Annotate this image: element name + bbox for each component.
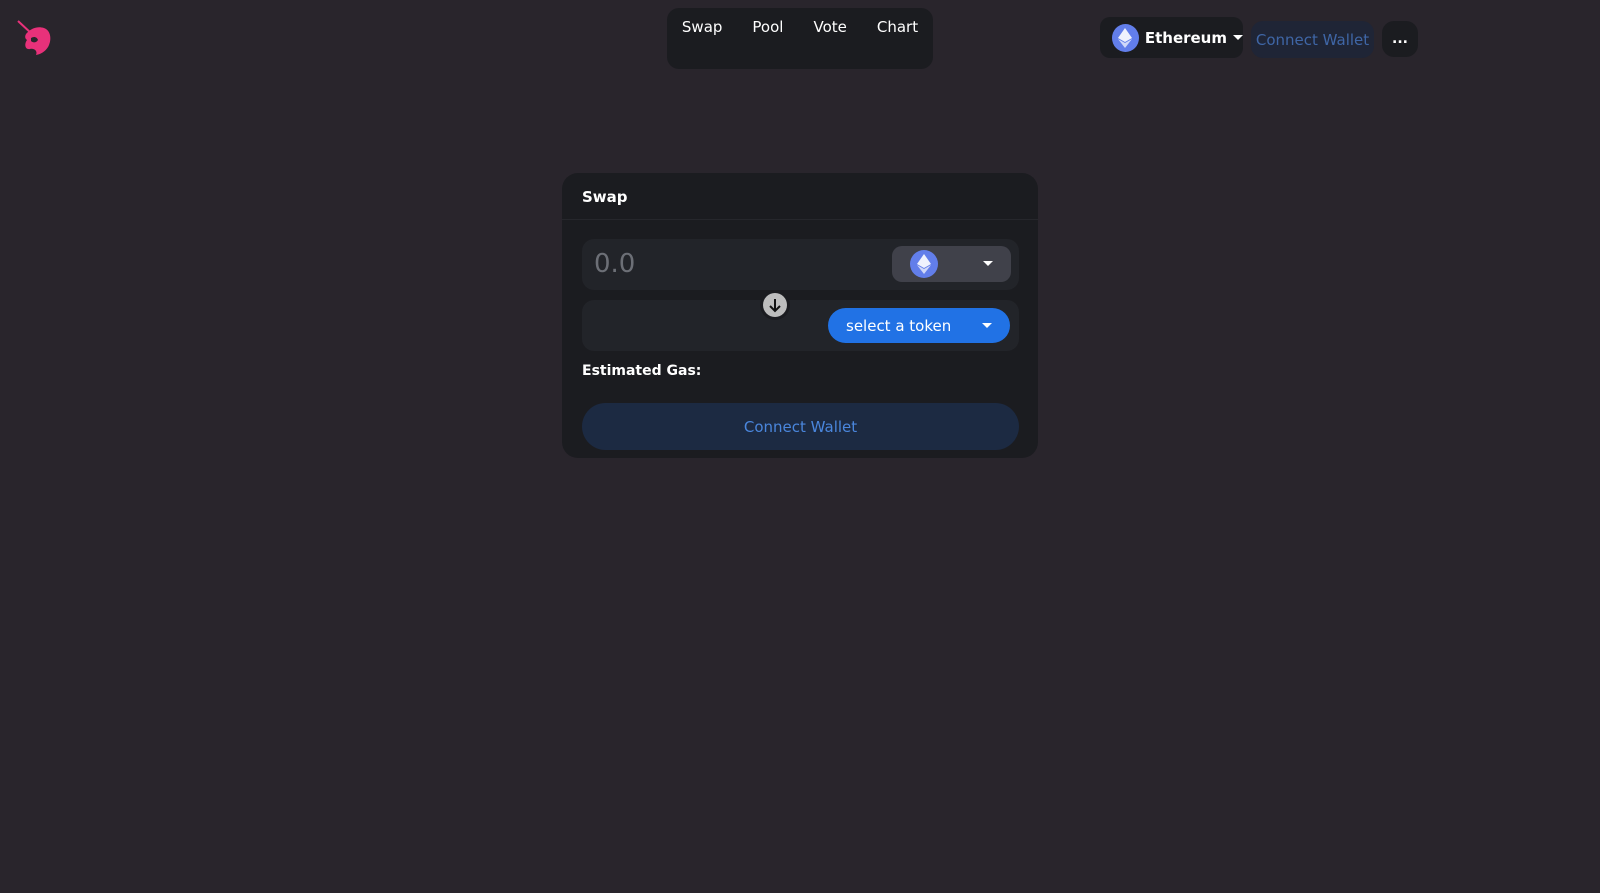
nav-pool[interactable]: Pool: [737, 18, 798, 38]
amount-input[interactable]: [594, 249, 844, 279]
connect-wallet-main-button[interactable]: Connect Wallet: [582, 403, 1019, 450]
estimated-gas-label: Estimated Gas:: [582, 363, 702, 379]
ethereum-icon: [1112, 23, 1139, 52]
connect-wallet-button[interactable]: Connect Wallet: [1251, 21, 1374, 58]
nav-chart[interactable]: Chart: [862, 18, 933, 38]
output-token-field: select a token: [582, 300, 1019, 351]
input-token-field: [582, 239, 1019, 290]
nav-vote[interactable]: Vote: [798, 18, 861, 38]
main-nav: Swap Pool Vote Chart: [667, 8, 933, 69]
chevron-down-icon: [982, 323, 992, 328]
network-selector[interactable]: Ethereum: [1100, 17, 1243, 58]
swap-card: Swap select a token Estimated Gas: Conne…: [562, 173, 1038, 458]
switch-direction-button[interactable]: [760, 290, 790, 320]
chevron-down-icon: [1233, 35, 1243, 40]
more-menu-button[interactable]: ...: [1382, 21, 1418, 57]
nav-swap[interactable]: Swap: [667, 18, 738, 38]
uniswap-logo[interactable]: [16, 18, 56, 58]
select-token-button[interactable]: select a token: [828, 308, 1010, 343]
network-label: Ethereum: [1144, 28, 1227, 47]
select-token-label: select a token: [846, 316, 952, 335]
swap-title: Swap: [562, 173, 1038, 220]
arrow-down-icon: [763, 293, 787, 317]
input-token-selector[interactable]: [892, 246, 1011, 282]
ethereum-icon: [910, 250, 938, 278]
chevron-down-icon: [983, 261, 993, 266]
